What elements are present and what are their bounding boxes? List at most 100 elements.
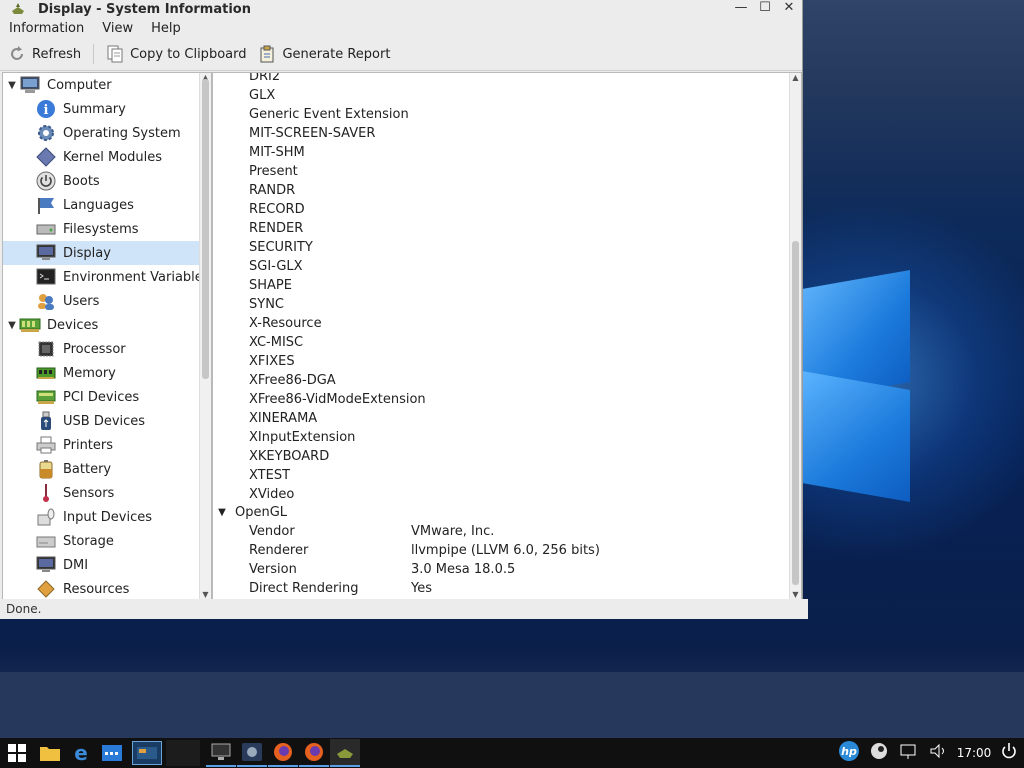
- minimize-button[interactable]: —: [734, 0, 748, 16]
- report-icon: [258, 45, 276, 63]
- clock[interactable]: 17:00: [954, 746, 994, 760]
- tree-item-storage[interactable]: Storage: [3, 529, 211, 553]
- scroll-down-icon[interactable]: ▼: [790, 590, 801, 599]
- details-panel: DRI2 GLX Generic Event Extension MIT-SCREEN…: [212, 72, 802, 600]
- extension-item: XFree86-VidModeExtension: [249, 392, 426, 407]
- expand-arrow-icon[interactable]: ▼: [5, 320, 19, 331]
- memory-icon: [35, 363, 57, 383]
- menu-information[interactable]: Information: [4, 21, 89, 36]
- detail-key: Direct Rendering: [249, 581, 359, 596]
- edge-launcher[interactable]: e: [66, 739, 96, 767]
- tree-item-label: Summary: [63, 101, 126, 117]
- close-button[interactable]: ✕: [782, 0, 796, 16]
- taskbar-empty-slot[interactable]: [166, 740, 200, 766]
- tree-item-dmi[interactable]: DMI: [3, 553, 211, 577]
- tree-item-usb-devices[interactable]: USB Devices: [3, 409, 211, 433]
- input-icon: [35, 507, 57, 527]
- scroll-up-icon[interactable]: ▲: [790, 73, 801, 82]
- tree-category-devices[interactable]: ▼ Devices: [3, 313, 211, 337]
- taskbar: e hp 17:00: [0, 738, 1024, 768]
- tree-item-boots[interactable]: Boots: [3, 169, 211, 193]
- firefox-launcher-2[interactable]: [299, 739, 329, 767]
- tree-item-printers[interactable]: Printers: [3, 433, 211, 457]
- generate-report-button[interactable]: Generate Report: [258, 45, 390, 63]
- extension-list: DRI2 GLX Generic Event Extension MIT-SCREEN…: [249, 72, 426, 504]
- tree-item-sensors[interactable]: Sensors: [3, 481, 211, 505]
- tree-item-label: Kernel Modules: [63, 149, 163, 165]
- tree-item-input-devices[interactable]: Input Devices: [3, 505, 211, 529]
- folder-icon: [40, 747, 60, 761]
- system-tray: hp 17:00: [834, 738, 1024, 768]
- hp-icon[interactable]: hp: [834, 740, 864, 766]
- tree-item-languages[interactable]: Languages: [3, 193, 211, 217]
- display-settings-launcher[interactable]: [206, 739, 236, 767]
- extension-item: X-Resource: [249, 316, 322, 331]
- steam-tray-icon[interactable]: [864, 742, 894, 764]
- opengl-section-header[interactable]: ▼ OpenGL: [213, 503, 287, 522]
- svg-text:e: e: [74, 743, 88, 763]
- tree-item-label: PCI Devices: [63, 389, 140, 405]
- tree-item-battery[interactable]: Battery: [3, 457, 211, 481]
- scroll-down-icon[interactable]: ▼: [200, 590, 211, 599]
- extension-item: SYNC: [249, 297, 284, 312]
- maximize-button[interactable]: ☐: [758, 0, 772, 16]
- tree-item-filesystems[interactable]: Filesystems: [3, 217, 211, 241]
- title-bar[interactable]: Display - System Information — ☐ ✕: [0, 0, 802, 18]
- extension-item: SECURITY: [249, 240, 313, 255]
- system-information-taskbar-button[interactable]: [330, 739, 360, 767]
- copy-to-clipboard-button[interactable]: Copy to Clipboard: [106, 45, 246, 63]
- refresh-button[interactable]: Refresh: [8, 45, 81, 63]
- tree-item-users[interactable]: Users: [3, 289, 211, 313]
- firefox-launcher-1[interactable]: [268, 739, 298, 767]
- info-icon: i: [35, 99, 57, 119]
- hardinfo-app-icon: [337, 749, 353, 758]
- extension-item: MIT-SCREEN-SAVER: [249, 126, 376, 141]
- terminal-icon: [35, 267, 57, 287]
- extension-item: XINERAMA: [249, 411, 318, 426]
- details-scrollbar-thumb[interactable]: [792, 241, 799, 585]
- tree-item-summary[interactable]: i Summary: [3, 97, 211, 121]
- tree-scrollbar[interactable]: ▲ ▼: [199, 73, 211, 599]
- tree-item-display[interactable]: Display: [3, 241, 211, 265]
- extension-item: Generic Event Extension: [249, 107, 409, 122]
- tree-item-operating-system[interactable]: Operating System: [3, 121, 211, 145]
- tree-category-computer[interactable]: ▼ Computer: [3, 73, 211, 97]
- file-manager-launcher[interactable]: [35, 739, 65, 767]
- tree-item-processor[interactable]: Processor: [3, 337, 211, 361]
- app-launcher-blue[interactable]: [97, 739, 127, 767]
- volume-icon[interactable]: [924, 742, 954, 764]
- menu-help[interactable]: Help: [146, 21, 186, 36]
- power-icon[interactable]: [994, 742, 1024, 764]
- tree-category-label: Computer: [47, 77, 112, 93]
- tree-item-label: Storage: [63, 533, 114, 549]
- expand-arrow-icon[interactable]: ▼: [5, 80, 19, 91]
- extension-item: XVideo: [249, 487, 295, 502]
- tree-item-environment-variables[interactable]: Environment Variables: [3, 265, 211, 289]
- printer-icon: [35, 435, 57, 455]
- tree-item-pci-devices[interactable]: PCI Devices: [3, 385, 211, 409]
- tree-item-resources[interactable]: Resources: [3, 577, 211, 599]
- refresh-icon: [8, 45, 26, 63]
- taskbar-window-thumbnail[interactable]: [132, 741, 162, 765]
- start-button[interactable]: [0, 739, 34, 767]
- extension-item: RENDER: [249, 221, 304, 236]
- tree-item-memory[interactable]: Memory: [3, 361, 211, 385]
- extension-item: DRI2: [249, 72, 281, 84]
- extension-item: XFree86-DGA: [249, 373, 336, 388]
- window-title: Display - System Information: [38, 1, 251, 17]
- cpu-icon: [35, 339, 57, 359]
- dmi-icon: [35, 555, 57, 575]
- tree-scrollbar-thumb[interactable]: [202, 79, 209, 379]
- expand-arrow-icon[interactable]: ▼: [215, 503, 229, 522]
- steam-launcher[interactable]: [237, 739, 267, 767]
- module-icon: [35, 147, 57, 167]
- tree-item-label: Sensors: [63, 485, 115, 501]
- tree-item-label: Memory: [63, 365, 116, 381]
- windows-start-icon: [8, 744, 26, 762]
- extension-item: GLX: [249, 88, 276, 103]
- details-scrollbar[interactable]: ▲ ▼: [789, 73, 801, 599]
- tree-item-kernel-modules[interactable]: Kernel Modules: [3, 145, 211, 169]
- report-label: Generate Report: [282, 46, 391, 62]
- network-icon[interactable]: [894, 742, 924, 764]
- menu-view[interactable]: View: [97, 21, 138, 36]
